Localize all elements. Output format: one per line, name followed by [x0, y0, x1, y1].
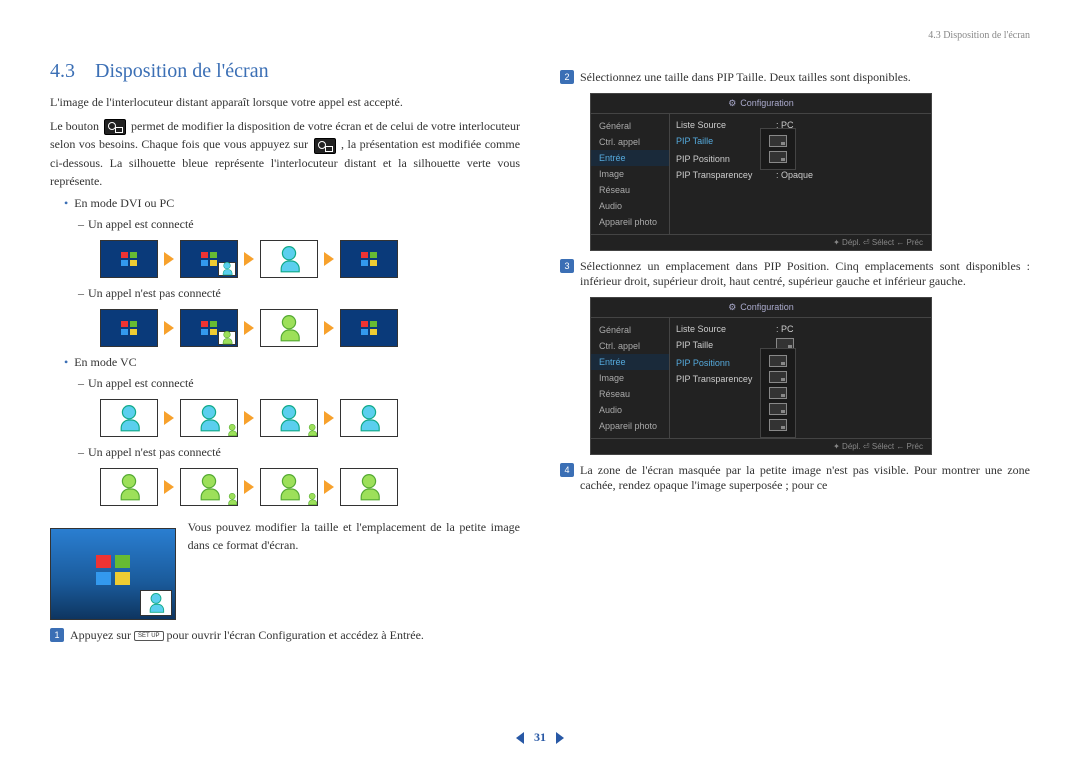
- left-column: 4.3 Disposition de l'écran L'image de l'…: [50, 30, 520, 651]
- step-1: 1 Appuyez sur SET UP pour ouvrir l'écran…: [50, 628, 520, 643]
- arrow-icon: [244, 321, 254, 335]
- step-badge-2: 2: [560, 70, 574, 84]
- osd-footer: ✦ Dépl. ⏎ Sélect ← Préc: [591, 438, 931, 454]
- osd-pip-taille: Configuration Général Ctrl. appel Entrée…: [590, 93, 932, 251]
- diagram-vc-not-connected: [100, 468, 520, 506]
- layout-button-icon: [314, 138, 336, 154]
- arrow-icon: [164, 480, 174, 494]
- step-3: 3 Sélectionnez un emplacement dans PIP P…: [560, 259, 1030, 289]
- diagram-dvi-connected: [100, 240, 520, 278]
- header-breadcrumb: 4.3 Disposition de l'écran: [928, 30, 1030, 41]
- section-number: 4.3: [50, 60, 75, 82]
- diagram-vc-connected: [100, 399, 520, 437]
- step-4: 4 La zone de l'écran masquée par la peti…: [560, 463, 1030, 493]
- example-screenshot: [50, 528, 176, 620]
- step-2: 2 Sélectionnez une taille dans PIP Taill…: [560, 70, 1030, 85]
- arrow-icon: [164, 411, 174, 425]
- arrow-icon: [244, 480, 254, 494]
- explain-block: Vous pouvez modifier la taille et l'empl…: [50, 518, 520, 620]
- prev-page-icon[interactable]: [516, 732, 524, 744]
- vc-connected: –Un appel est connecté: [78, 376, 520, 391]
- setup-button-icon: SET UP: [134, 631, 164, 641]
- osd-title: Configuration: [591, 298, 931, 318]
- arrow-icon: [324, 252, 334, 266]
- vc-not-connected: –Un appel n'est pas connecté: [78, 445, 520, 460]
- osd-sidebar: Général Ctrl. appel Entrée Image Réseau …: [591, 114, 670, 234]
- next-page-icon[interactable]: [556, 732, 564, 744]
- arrow-icon: [324, 321, 334, 335]
- layout-button-icon: [104, 119, 126, 135]
- arrow-icon: [244, 252, 254, 266]
- mode-vc: •En mode VC: [64, 355, 520, 370]
- osd-sidebar: Général Ctrl. appel Entrée Image Réseau …: [591, 318, 670, 438]
- arrow-icon: [164, 321, 174, 335]
- mode-dvi: •En mode DVI ou PC: [64, 196, 520, 211]
- arrow-icon: [244, 411, 254, 425]
- step-badge-3: 3: [560, 259, 574, 273]
- step-badge-1: 1: [50, 628, 64, 642]
- arrow-icon: [324, 480, 334, 494]
- arrow-icon: [164, 252, 174, 266]
- right-column: 2 Sélectionnez une taille dans PIP Taill…: [560, 30, 1030, 651]
- page-number: 31: [534, 730, 546, 745]
- osd-title: Configuration: [591, 94, 931, 114]
- page-navigator: 31: [516, 730, 564, 745]
- step-badge-4: 4: [560, 463, 574, 477]
- intro-p2: Le bouton permet de modifier la disposit…: [50, 117, 520, 190]
- explain-text: Vous pouvez modifier la taille et l'empl…: [188, 518, 520, 554]
- section-title: Disposition de l'écran: [95, 60, 269, 82]
- dvi-connected: –Un appel est connecté: [78, 217, 520, 232]
- dvi-not-connected: –Un appel n'est pas connecté: [78, 286, 520, 301]
- diagram-dvi-not-connected: [100, 309, 520, 347]
- arrow-icon: [324, 411, 334, 425]
- osd-footer: ✦ Dépl. ⏎ Sélect ← Préc: [591, 234, 931, 250]
- section-heading: 4.3 Disposition de l'écran: [50, 60, 520, 83]
- intro-p1: L'image de l'interlocuteur distant appar…: [50, 93, 520, 111]
- osd-pip-position: Configuration Général Ctrl. appel Entrée…: [590, 297, 932, 455]
